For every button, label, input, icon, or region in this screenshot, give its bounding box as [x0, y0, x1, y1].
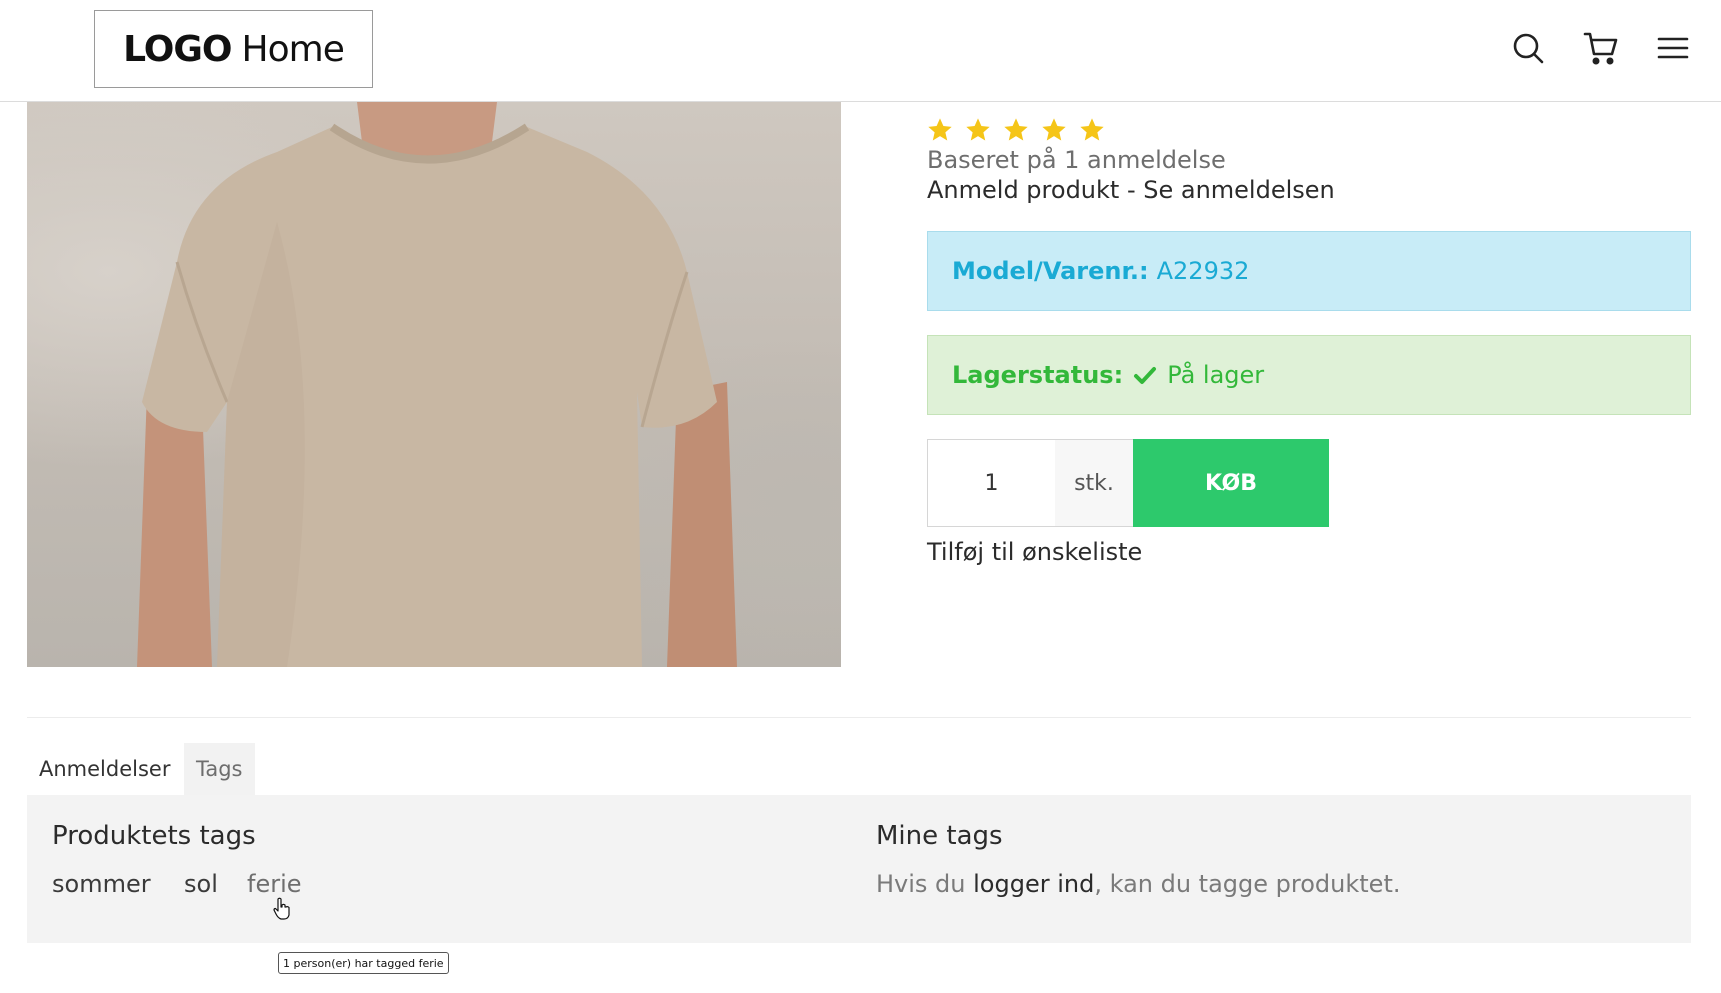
product-image[interactable]: [27, 102, 841, 667]
tag-link[interactable]: sol: [184, 870, 218, 898]
model-label: Model/Varenr.:: [952, 257, 1149, 285]
my-tags-title: Mine tags: [876, 821, 1003, 851]
cart-icon[interactable]: [1581, 26, 1621, 70]
stock-status-box: Lagerstatus: På lager: [927, 335, 1691, 415]
buy-button[interactable]: KØB: [1133, 439, 1329, 527]
login-link[interactable]: logger ind: [973, 870, 1094, 898]
review-product-link[interactable]: Anmeld produkt - Se anmeldelsen: [927, 176, 1335, 204]
tag-link[interactable]: sommer: [52, 870, 151, 898]
menu-icon[interactable]: [1653, 26, 1693, 70]
search-icon[interactable]: [1508, 26, 1548, 70]
tshirt-illustration: [137, 102, 737, 667]
hand-cursor-icon: [273, 897, 290, 920]
stock-label: Lagerstatus:: [952, 361, 1124, 389]
my-tags-suffix: , kan du tagge produktet.: [1094, 870, 1401, 898]
logo[interactable]: LOGO Home: [94, 10, 373, 88]
star-icon: [928, 118, 952, 141]
model-number-box: Model/Varenr.: A22932: [927, 231, 1691, 311]
review-basis-text: Baseret på 1 anmeldelse: [927, 146, 1226, 174]
tab-tags[interactable]: Tags: [184, 743, 255, 795]
rating-stars: [926, 116, 1106, 144]
my-tags-text: Hvis du logger ind, kan du tagge produkt…: [876, 870, 1400, 898]
star-icon: [1080, 118, 1104, 141]
tag-link[interactable]: ferie: [247, 870, 302, 898]
logo-thin-text: Home: [241, 28, 345, 70]
site-header: LOGO Home: [0, 0, 1721, 102]
star-icon: [966, 118, 990, 141]
tab-reviews[interactable]: Anmeldelser: [27, 743, 182, 795]
unit-label: stk.: [1055, 439, 1134, 527]
star-icon: [1042, 118, 1066, 141]
checkmark-icon: [1134, 367, 1157, 384]
my-tags-prefix: Hvis du: [876, 870, 974, 898]
product-tags-title: Produktets tags: [52, 821, 256, 851]
section-divider: [27, 717, 1691, 718]
tag-tooltip: 1 person(er) har tagged ferie: [278, 952, 449, 974]
add-to-wishlist-link[interactable]: Tilføj til ønskeliste: [927, 538, 1142, 566]
model-value: A22932: [1156, 257, 1250, 285]
quantity-input[interactable]: [927, 439, 1056, 527]
logo-bold-text: LOGO: [123, 28, 232, 70]
star-icon: [1004, 118, 1028, 141]
stock-value: På lager: [1167, 361, 1265, 389]
